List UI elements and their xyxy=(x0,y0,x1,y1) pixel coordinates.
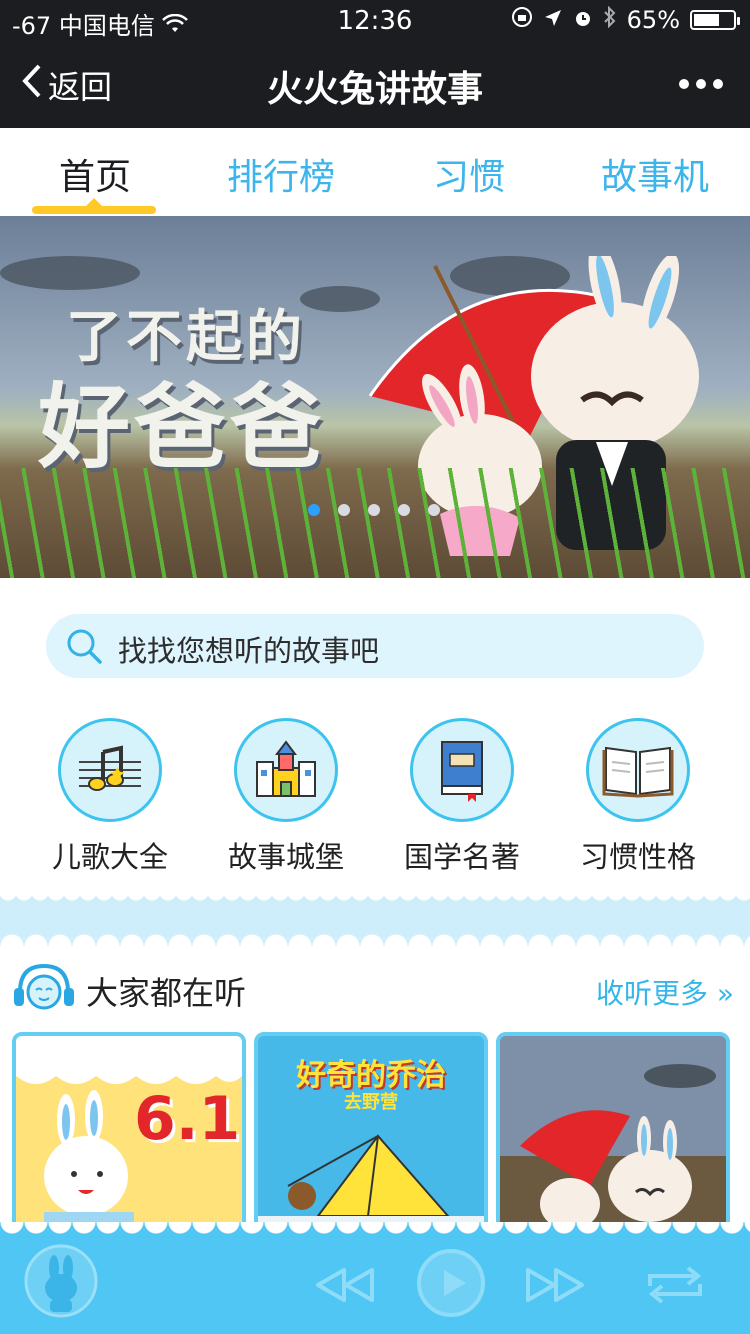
category-label: 儿歌大全 xyxy=(51,840,168,874)
more-menu-button[interactable] xyxy=(678,54,724,124)
banner-line-2: 好爸爸 xyxy=(38,374,327,481)
status-bar: -67 中国电信 12:36 65% xyxy=(0,0,750,40)
tab-habits[interactable]: 习惯 xyxy=(374,148,564,200)
category-label: 故事城堡 xyxy=(227,840,344,874)
listen-more-link[interactable]: 收听更多 » xyxy=(596,972,734,1012)
story-card[interactable]: 好奇的乔治 去野营 xyxy=(254,1032,488,1232)
tab-story-machine[interactable]: 故事机 xyxy=(560,148,750,200)
rabbit-avatar-icon xyxy=(24,1244,98,1318)
nav-bar: 返回 火火兔讲故事 xyxy=(0,40,750,128)
search-icon xyxy=(64,626,104,670)
tab-home[interactable]: 首页 xyxy=(0,148,190,200)
search-placeholder: 找找您想听的故事吧 xyxy=(118,634,380,668)
battery-percent: 65% xyxy=(626,6,680,34)
carousel-dot[interactable] xyxy=(338,504,350,516)
bluetooth-icon xyxy=(603,5,617,34)
banner-headline: 了不起的 好爸爸 xyxy=(38,292,326,483)
more-dots-icon xyxy=(679,79,723,89)
story-card-image xyxy=(500,1036,726,1228)
page-title: 火火兔讲故事 xyxy=(266,69,483,110)
category-story-castle[interactable]: 故事城堡 xyxy=(198,718,374,876)
cloud-shape xyxy=(0,256,140,290)
play-button[interactable] xyxy=(416,1248,486,1322)
repeat-button[interactable] xyxy=(642,1262,708,1312)
category-icon-circle xyxy=(234,718,338,822)
castle-icon xyxy=(256,740,316,797)
play-icon xyxy=(417,1249,485,1317)
category-classics[interactable]: 国学名著 xyxy=(374,718,550,876)
carousel-dots xyxy=(308,504,440,516)
story-card[interactable] xyxy=(496,1032,730,1232)
banner-line-1: 了不起的 xyxy=(66,305,306,370)
repeat-icon xyxy=(648,1266,702,1304)
story-card-subtitle: 去野营 xyxy=(344,1092,398,1113)
headphones-icon xyxy=(12,960,76,1020)
open-book-icon xyxy=(602,746,674,798)
alarm-icon xyxy=(573,6,593,34)
music-note-icon xyxy=(79,745,141,791)
battery-fill xyxy=(694,14,719,26)
now-playing-avatar[interactable] xyxy=(24,1244,98,1322)
tab-ranking[interactable]: 排行榜 xyxy=(186,148,376,200)
grass-decoration xyxy=(0,468,750,578)
rewind-icon xyxy=(316,1268,374,1302)
battery-icon xyxy=(690,10,740,30)
story-card-badge: 6.1 xyxy=(134,1084,241,1154)
section-title: 大家都在听 xyxy=(86,974,247,1012)
category-icon-circle xyxy=(586,718,690,822)
category-icon-circle xyxy=(410,718,514,822)
fast-forward-button[interactable] xyxy=(524,1266,586,1308)
player-bar xyxy=(0,1222,750,1334)
story-card-image xyxy=(258,1134,484,1228)
carousel-dot[interactable] xyxy=(428,504,440,516)
category-label: 国学名著 xyxy=(403,840,520,874)
carousel-dot[interactable] xyxy=(308,504,320,516)
tab-bar: 首页 排行榜 习惯 故事机 xyxy=(0,128,750,216)
banner-carousel[interactable]: 了不起的 好爸爸 xyxy=(0,216,750,578)
carousel-dot[interactable] xyxy=(398,504,410,516)
book-icon xyxy=(441,741,483,802)
category-habits-character[interactable]: 习惯性格 xyxy=(550,718,726,876)
rewind-button[interactable] xyxy=(314,1266,376,1308)
active-tab-indicator xyxy=(32,198,156,214)
rotation-lock-icon xyxy=(511,6,533,34)
carousel-dot[interactable] xyxy=(368,504,380,516)
story-card[interactable]: 6.1 xyxy=(12,1032,246,1232)
location-icon xyxy=(543,6,563,34)
category-icon-circle xyxy=(58,718,162,822)
category-children-songs[interactable]: 儿歌大全 xyxy=(22,718,198,876)
search-bar[interactable]: 找找您想听的故事吧 xyxy=(46,614,704,678)
wave-divider xyxy=(0,892,750,946)
fast-forward-icon xyxy=(526,1268,584,1302)
category-label: 习惯性格 xyxy=(579,840,696,874)
